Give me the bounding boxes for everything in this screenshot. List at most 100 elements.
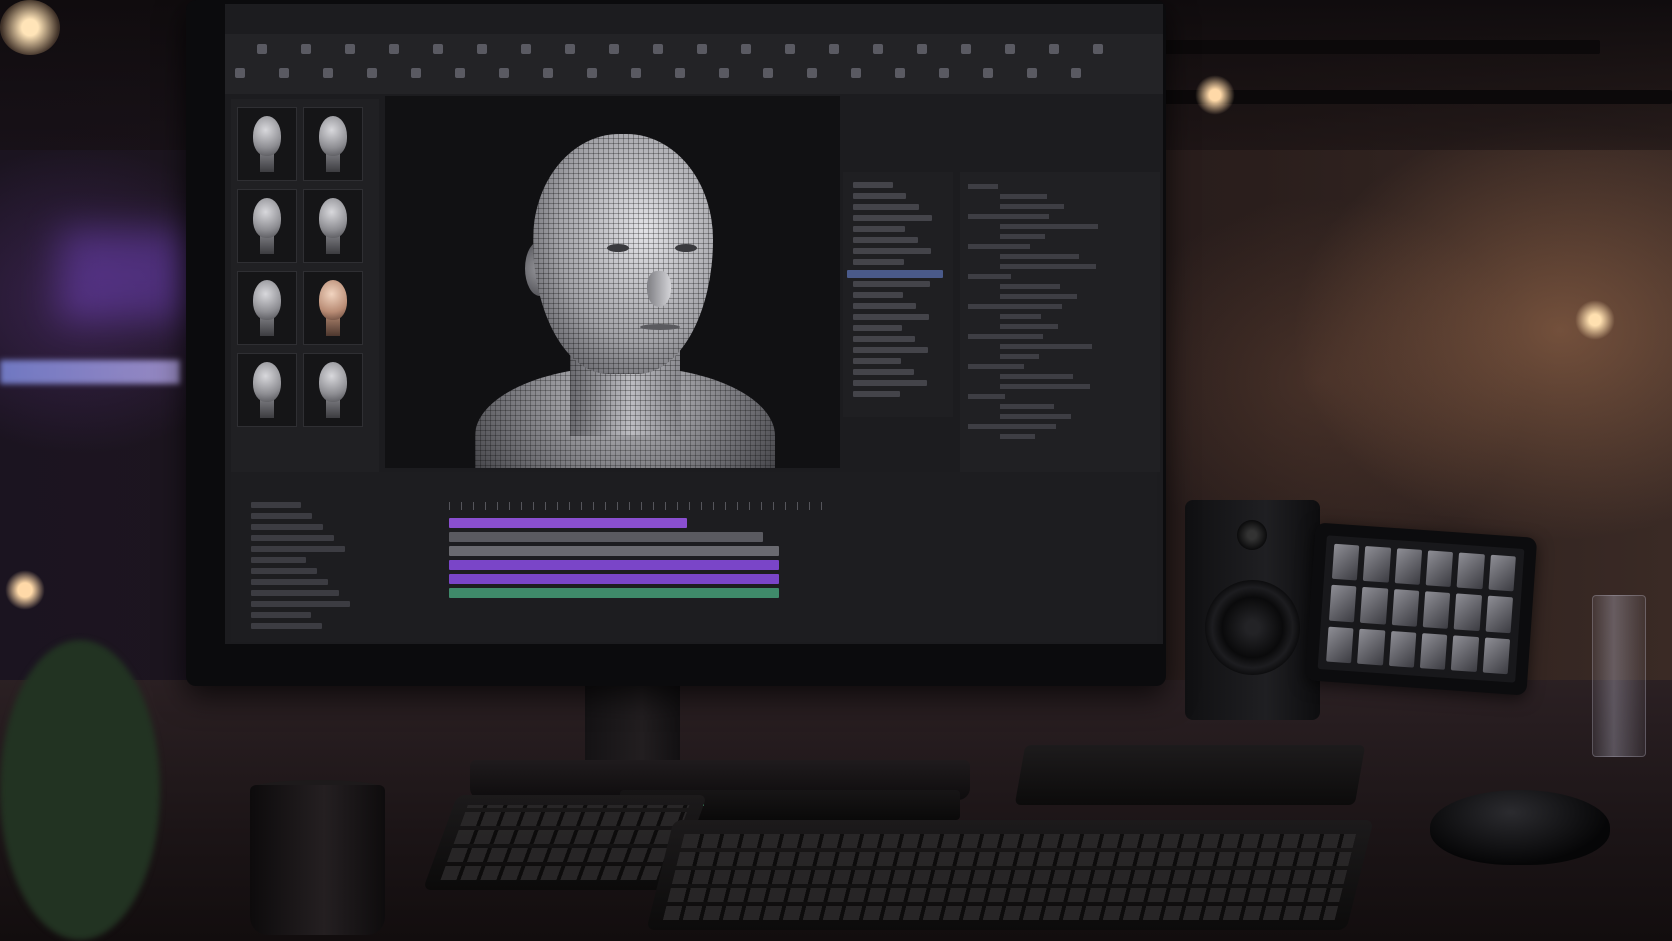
attribute-row[interactable] [1000,314,1041,319]
outliner-row[interactable] [853,248,931,254]
attribute-row[interactable] [1000,354,1039,359]
timeline-track[interactable] [449,560,779,570]
attribute-row[interactable] [968,214,1049,219]
toolbar-tool-icon[interactable] [609,44,619,54]
attribute-row[interactable] [1000,224,1098,229]
toolbar-tool-icon[interactable] [323,68,333,78]
gray-head-icon[interactable] [303,189,363,263]
toolbar-tool-icon[interactable] [345,44,355,54]
toolbar-tool-icon[interactable] [367,68,377,78]
toolbar-tool-icon[interactable] [807,68,817,78]
attribute-row[interactable] [1000,234,1045,239]
outliner-row[interactable] [853,215,932,221]
attribute-row[interactable] [1000,384,1090,389]
toolbar-tool-icon[interactable] [587,68,597,78]
toolbar-tool-icon[interactable] [279,68,289,78]
toolbar-tool-icon[interactable] [1049,44,1059,54]
toolbar-tool-icon[interactable] [939,68,949,78]
outliner-row[interactable] [853,281,930,287]
outliner-row[interactable] [853,358,901,364]
timeline-track[interactable] [449,588,779,598]
toolbar-tool-icon[interactable] [1071,68,1081,78]
outliner-row[interactable] [853,292,903,298]
toolbar-tool-icon[interactable] [521,44,531,54]
toolbar-tool-icon[interactable] [235,68,245,78]
attribute-row[interactable] [1000,194,1047,199]
attribute-row[interactable] [1000,254,1079,259]
outliner-row[interactable] [853,193,906,199]
toolbar-tool-icon[interactable] [741,44,751,54]
toolbar-tool-icon[interactable] [763,68,773,78]
toolbar-tool-icon[interactable] [983,68,993,78]
attribute-row[interactable] [1000,294,1077,299]
toolbar-tool-icon[interactable] [389,44,399,54]
toolbar-tool-icon[interactable] [631,68,641,78]
attribute-row[interactable] [968,394,1005,399]
outliner-row[interactable] [853,237,918,243]
attribute-row[interactable] [968,244,1030,249]
toolbar-tool-icon[interactable] [477,44,487,54]
attribute-row[interactable] [968,304,1062,309]
toolbar-tool-icon[interactable] [301,44,311,54]
outliner-row[interactable] [853,204,919,210]
timeline-panel[interactable] [449,502,829,602]
attribute-row[interactable] [968,184,998,189]
outliner-row[interactable] [853,226,905,232]
toolbar-tool-icon[interactable] [1027,68,1037,78]
attribute-row[interactable] [968,334,1043,339]
toolbar-tool-icon[interactable] [411,68,421,78]
attribute-row[interactable] [1000,264,1096,269]
layer-row[interactable] [251,535,334,541]
outliner-row[interactable] [853,391,900,397]
3d-viewport[interactable] [385,96,840,468]
toolbar-tool-icon[interactable] [851,68,861,78]
toolbar-tool-icon[interactable] [719,68,729,78]
toolbar-tool-icon[interactable] [1005,44,1015,54]
outliner-row[interactable] [853,314,929,320]
layer-row[interactable] [251,502,301,508]
attribute-row[interactable] [1000,404,1054,409]
attribute-row[interactable] [968,274,1011,279]
gray-head-icon[interactable] [303,107,363,181]
outliner-row[interactable] [853,303,916,309]
outliner-row-selected[interactable] [847,270,943,278]
toolbar-tool-icon[interactable] [895,68,905,78]
attribute-row[interactable] [1000,344,1092,349]
timeline-track[interactable] [449,532,763,542]
toolbar-tool-icon[interactable] [653,44,663,54]
gray-head-icon[interactable] [237,271,297,345]
timeline-track[interactable] [449,574,779,584]
attribute-row[interactable] [1000,324,1058,329]
timeline-track[interactable] [449,546,779,556]
toolbar-tool-icon[interactable] [917,44,927,54]
bottom-panel[interactable] [231,472,1157,642]
outliner-row[interactable] [853,369,914,375]
toolbar-tool-icon[interactable] [455,68,465,78]
layer-row[interactable] [251,524,323,530]
timeline-track[interactable] [449,518,687,528]
app-menubar[interactable] [225,14,1163,30]
toolbar-tool-icon[interactable] [785,44,795,54]
toolbar-tool-icon[interactable] [873,44,883,54]
toolbar-tool-icon[interactable] [543,68,553,78]
toolbar-tool-icon[interactable] [829,44,839,54]
layer-row[interactable] [251,546,345,552]
attribute-row[interactable] [1000,374,1073,379]
outliner-row[interactable] [853,325,902,331]
skin-head-icon[interactable] [303,271,363,345]
attribute-row[interactable] [968,424,1056,429]
layer-row[interactable] [251,612,311,618]
layer-row[interactable] [251,568,317,574]
toolbar-tool-icon[interactable] [961,44,971,54]
app-toolbar[interactable] [225,34,1163,94]
gray-head-icon[interactable] [237,353,297,427]
attribute-row[interactable] [1000,414,1071,419]
toolbar-tool-icon[interactable] [565,44,575,54]
layer-row[interactable] [251,623,322,629]
toolbar-tool-icon[interactable] [499,68,509,78]
toolbar-tool-icon[interactable] [675,68,685,78]
toolbar-tool-icon[interactable] [697,44,707,54]
gray-head-icon[interactable] [303,353,363,427]
toolbar-tool-icon[interactable] [257,44,267,54]
toolbar-tool-icon[interactable] [1093,44,1103,54]
